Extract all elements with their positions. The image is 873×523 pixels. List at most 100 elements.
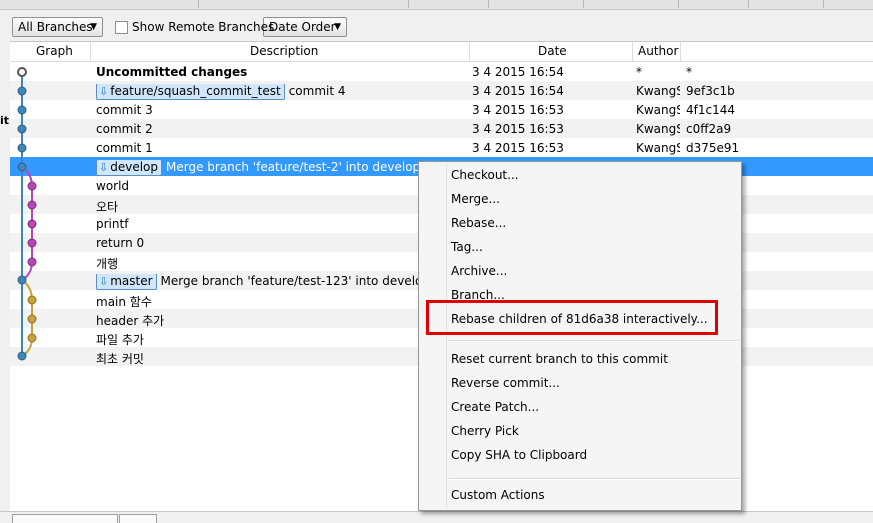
branches-dropdown-label: All Branches (18, 20, 93, 34)
menu-item-reset[interactable]: Reset current branch to this commit (451, 352, 668, 366)
menu-item-create-patch[interactable]: Create Patch... (451, 400, 539, 414)
top-tab[interactable] (748, 0, 824, 8)
commit-description: ⇩ master Merge branch 'feature/test-123' i… (96, 274, 466, 291)
menu-item-merge[interactable]: Merge... (451, 192, 500, 206)
commit-description: commit 3 (96, 103, 153, 117)
table-row[interactable]: Uncommitted changes 3 4 2015 16:54 * * (10, 62, 873, 81)
context-menu: Checkout... Merge... Rebase... Tag... Ar… (418, 161, 742, 511)
branch-ref-label: develop (110, 160, 158, 174)
menu-item-tag[interactable]: Tag... (451, 240, 483, 254)
log-toolbar: All Branches ▼ Date Order ▼ (0, 10, 873, 42)
commit-description: main 함수 (96, 295, 152, 309)
commit-author: KwangS (636, 122, 680, 136)
highlight-box (426, 300, 718, 335)
commit-description: ⇩ develop Merge branch 'feature/test-2' in… (96, 160, 466, 177)
commit-node-uncommitted[interactable] (17, 67, 27, 77)
commit-description: header 추가 (96, 314, 165, 328)
commit-sha: 9ef3c1b (686, 84, 735, 98)
table-row[interactable]: ⇩ feature/squash_commit_test commit 4 3 4 … (10, 81, 873, 100)
commit-node[interactable] (27, 181, 37, 191)
menu-item-custom-actions[interactable]: Custom Actions (451, 488, 545, 502)
top-tab[interactable] (0, 0, 199, 8)
table-row[interactable]: commit 2 3 4 2015 16:53 KwangS c0ff2a9 (10, 119, 873, 138)
commit-description: commit 1 (96, 141, 153, 155)
commit-node[interactable] (17, 351, 27, 361)
top-tab[interactable] (583, 0, 679, 8)
commit-node[interactable] (27, 200, 37, 210)
top-tab[interactable] (488, 0, 584, 8)
commit-date: 3 4 2015 16:54 (472, 84, 564, 98)
order-dropdown[interactable]: Date Order ▼ (263, 17, 347, 37)
commit-author: * (636, 65, 642, 79)
top-tab[interactable] (408, 0, 489, 8)
commit-node[interactable] (17, 275, 27, 285)
top-tab[interactable] (198, 0, 409, 8)
tag-merge-icon: ⇩ (99, 275, 109, 288)
branch-ref-tag[interactable]: ⇩ master (96, 274, 157, 290)
commit-node[interactable] (27, 238, 37, 248)
commit-description: 오타 (96, 200, 119, 214)
commit-sha: 4f1c144 (686, 103, 735, 117)
bottom-tab[interactable] (12, 514, 118, 523)
column-header-graph[interactable]: Graph (36, 44, 73, 58)
commit-description: world (96, 179, 130, 193)
show-remote-label: Show Remote Branches (132, 20, 275, 34)
menu-separator (449, 478, 739, 480)
commit-message: Merge branch 'feature/test-2' into devel… (166, 160, 421, 174)
commit-description: 개행 (96, 257, 119, 271)
commit-date: 3 4 2015 16:53 (472, 141, 564, 155)
menu-item-cherry-pick[interactable]: Cherry Pick (451, 424, 519, 438)
column-header-author[interactable]: Author (638, 44, 678, 58)
commit-message: Merge branch 'feature/test-123' into dev… (160, 274, 430, 288)
commit-sha: * (686, 65, 692, 79)
commit-node[interactable] (17, 105, 27, 115)
commit-node[interactable] (27, 295, 37, 305)
table-row[interactable]: commit 3 3 4 2015 16:53 KwangS 4f1c144 (10, 100, 873, 119)
commit-node[interactable] (27, 257, 37, 267)
menu-item-reverse-commit[interactable]: Reverse commit... (451, 376, 560, 390)
top-tab-strip (0, 0, 873, 10)
commit-sha: d375e91 (686, 141, 740, 155)
commit-node[interactable] (17, 162, 27, 172)
bottom-tab[interactable] (119, 514, 157, 523)
chevron-down-icon: ▼ (90, 22, 97, 32)
commit-node[interactable] (27, 219, 37, 229)
commit-description: printf (96, 217, 129, 231)
branches-dropdown[interactable]: All Branches ▼ (12, 17, 103, 37)
branch-ref-label: feature/squash_commit_test (110, 84, 281, 98)
commit-node[interactable] (27, 333, 37, 343)
commit-author: KwangS (636, 103, 680, 117)
commit-node[interactable] (17, 124, 27, 134)
menu-item-checkout[interactable]: Checkout... (451, 168, 519, 182)
commit-description: ⇩ feature/squash_commit_test commit 4 (96, 84, 466, 101)
branch-ref-tag[interactable]: ⇩ develop (96, 160, 162, 176)
tag-merge-icon: ⇩ (99, 161, 109, 174)
column-header-description[interactable]: Description (250, 44, 318, 58)
table-header: Graph Description Date Author (10, 42, 873, 62)
commit-sha: c0ff2a9 (686, 122, 732, 136)
commit-node[interactable] (17, 86, 27, 96)
show-remote-checkbox[interactable] (115, 21, 128, 34)
commit-author: KwangS (636, 141, 680, 155)
top-tab[interactable] (678, 0, 749, 8)
commit-node[interactable] (17, 143, 27, 153)
commit-author: KwangS (636, 84, 680, 98)
table-row[interactable]: commit 1 3 4 2015 16:53 KwangS d375e91 (10, 138, 873, 157)
menu-item-archive[interactable]: Archive... (451, 264, 507, 278)
commit-date: 3 4 2015 16:53 (472, 103, 564, 117)
commit-date: 3 4 2015 16:53 (472, 122, 564, 136)
commit-date: 3 4 2015 16:54 (472, 65, 564, 79)
tag-merge-icon: ⇩ (99, 85, 109, 98)
menu-item-copy-sha[interactable]: Copy SHA to Clipboard (451, 448, 587, 462)
order-dropdown-label: Date Order (269, 20, 336, 34)
commit-description: return 0 (96, 236, 145, 250)
commit-description: 파일 추가 (96, 333, 144, 347)
branch-ref-label: master (110, 274, 153, 288)
column-header-date[interactable]: Date (538, 44, 567, 58)
commit-node[interactable] (27, 314, 37, 324)
commit-description: 최초 커밋 (96, 352, 144, 366)
menu-separator (449, 340, 739, 342)
commit-description: Uncommitted changes (96, 65, 248, 79)
branch-ref-tag[interactable]: ⇩ feature/squash_commit_test (96, 84, 285, 100)
menu-item-rebase[interactable]: Rebase... (451, 216, 506, 230)
